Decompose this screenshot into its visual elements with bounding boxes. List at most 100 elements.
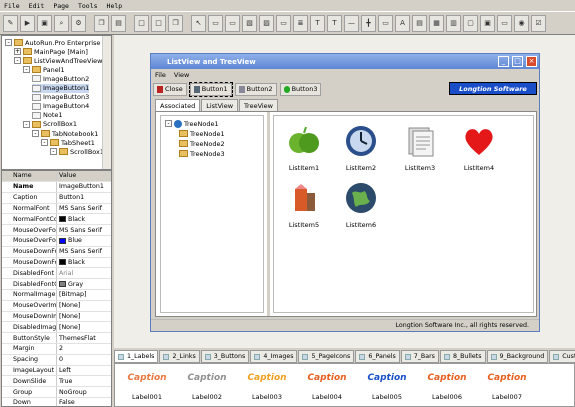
open-icon[interactable]: ▶ [20, 14, 35, 32]
library-tab[interactable]: 7_Bars [400, 350, 439, 363]
tree-scrollbar[interactable] [102, 36, 111, 169]
property-row[interactable]: NormalFont MS Sans Serif [2, 203, 111, 215]
line-icon[interactable]: — [344, 14, 359, 32]
library-tab[interactable]: 1_Labels [114, 350, 159, 363]
property-value[interactable]: [None] [57, 312, 110, 322]
property-row[interactable]: ImageLayout Left [2, 365, 111, 377]
caption-sample[interactable]: Caption Label004 [302, 370, 352, 401]
find-icon[interactable]: ⌕ [54, 14, 69, 32]
new-page-icon[interactable]: □ [134, 14, 149, 32]
expand-icon[interactable]: + [14, 48, 21, 56]
tree-node[interactable]: ImageButton4 [32, 102, 89, 111]
panel-icon[interactable]: ▭ [208, 14, 223, 32]
notebook-icon[interactable]: ▣ [480, 14, 495, 32]
paste-icon[interactable]: ▤ [111, 14, 126, 32]
library-tab[interactable]: 6_Panels [355, 350, 400, 363]
tree-node[interactable]: - TabSheet1 [41, 138, 95, 147]
library-tab[interactable]: 2_Links [159, 350, 200, 363]
property-value[interactable]: ImageButton1 [57, 182, 110, 192]
menu-file[interactable]: File [4, 2, 20, 10]
tree-node[interactable]: TreeNode2 [179, 139, 225, 148]
treeview[interactable]: - TreeNode1 TreeNode1 TreeNode2 TreeNode3 [160, 115, 264, 313]
collapse-icon[interactable]: - [14, 57, 21, 65]
tab-treeview[interactable]: TreeView [239, 99, 278, 111]
imagebutton-icon[interactable]: ▨ [259, 14, 274, 32]
property-row[interactable]: Spacing 0 [2, 354, 111, 366]
library-tab[interactable]: Custom [549, 350, 575, 363]
list-item[interactable]: ListItem2 [336, 124, 386, 172]
button-icon[interactable]: ▭ [225, 14, 240, 32]
close-button[interactable]: Close [153, 82, 187, 96]
tree-node[interactable]: - Panel1 [23, 65, 65, 74]
property-value[interactable]: [None] [57, 322, 110, 332]
caption-sample[interactable]: Caption Label006 [422, 370, 472, 401]
property-value[interactable]: [Bitmap] [57, 290, 110, 300]
property-row[interactable]: MouseDownFontMS Sans Serif [2, 246, 111, 258]
tabs-icon[interactable]: ▥ [446, 14, 461, 32]
property-row[interactable]: DisabledImage [None] [2, 322, 111, 334]
list-item[interactable]: ListItem3 [395, 124, 445, 172]
save-icon[interactable]: ▣ [37, 14, 52, 32]
property-row[interactable]: MouseDownImage[None] [2, 311, 111, 323]
tree-node[interactable]: TreeNode1 [179, 129, 225, 138]
library-tab[interactable]: 3_Buttons [200, 350, 250, 363]
property-value[interactable]: Gray [57, 279, 110, 289]
edit-icon[interactable]: ▭ [276, 14, 291, 32]
minimize-icon[interactable]: _ [498, 56, 509, 67]
property-row[interactable]: DisabledFontColor Gray [2, 279, 111, 290]
library-tab[interactable]: 8_Bullets [439, 350, 486, 363]
property-row[interactable]: Name ImageButton1 [2, 182, 111, 193]
tree-node[interactable]: - ListViewAndTreeView [14, 56, 102, 65]
tree-node[interactable]: ImageButton3 [32, 93, 89, 102]
library-tab[interactable]: 4_Images [250, 350, 298, 363]
property-value[interactable]: MS Sans Serif [57, 225, 110, 235]
property-value[interactable]: Arial [57, 268, 110, 278]
listview[interactable]: ListItem1 ListItem2 ListItem3 ListItem4 … [273, 115, 534, 313]
caption-sample[interactable]: Caption Label002 [182, 370, 232, 401]
list-item[interactable]: ListItem1 [279, 124, 329, 172]
page-icon[interactable]: □ [151, 14, 166, 32]
property-value[interactable]: False [57, 398, 110, 406]
maximize-icon[interactable]: □ [512, 56, 523, 67]
menu-page[interactable]: Page [53, 2, 69, 10]
tree-node[interactable]: + MainPage [Main] [14, 47, 88, 56]
property-value[interactable]: NoGroup [57, 387, 110, 397]
tab-listview[interactable]: ListView [201, 99, 239, 111]
property-value[interactable]: 0 [57, 355, 110, 365]
library-tab[interactable]: 5_PageIcons [298, 350, 355, 363]
splitter[interactable] [267, 112, 270, 316]
listview-icon[interactable]: ▤ [412, 14, 427, 32]
property-value[interactable]: 2 [57, 344, 110, 354]
property-row[interactable]: MouseDownFontColor Black [2, 257, 111, 269]
tree-node[interactable]: TreeNode3 [179, 149, 225, 158]
property-value[interactable]: Left [57, 366, 110, 376]
menu-edit[interactable]: Edit [29, 2, 45, 10]
build-icon[interactable]: ⚙ [71, 14, 86, 32]
memo-icon[interactable]: ≣ [293, 14, 308, 32]
button2-button[interactable]: Button2 [234, 82, 277, 96]
list-item[interactable]: ListItem4 [454, 124, 504, 172]
property-grid[interactable]: Name Value Name ImageButton1 Caption Button… [1, 170, 112, 407]
note-icon[interactable]: ▭ [378, 14, 393, 32]
collapse-icon[interactable]: - [41, 139, 48, 147]
library-tab[interactable]: 9_Background [486, 350, 549, 363]
property-row[interactable]: Group NoGroup [2, 387, 111, 398]
property-value[interactable]: Button1 [57, 193, 110, 203]
caption-sample[interactable]: Caption Label005 [362, 370, 412, 401]
caption-sample[interactable]: Caption Label001 [122, 370, 172, 401]
caption-sample[interactable]: Caption Label003 [242, 370, 292, 401]
collapse-icon[interactable]: - [165, 120, 172, 127]
property-value[interactable]: MS Sans Serif [57, 204, 110, 214]
combobox-icon[interactable]: ▭ [497, 14, 512, 32]
font-icon[interactable]: A [395, 14, 410, 32]
text-icon[interactable]: T [310, 14, 325, 32]
property-value[interactable]: MS Sans Serif [57, 247, 110, 257]
property-row[interactable]: ButtonStyle ThemesFlat [2, 333, 111, 344]
wizard-icon[interactable]: ✎ [3, 14, 18, 32]
scrollbox-icon[interactable]: ▢ [463, 14, 478, 32]
tree-node[interactable]: - AutoRun.Pro Enterprise II Dem [5, 38, 111, 47]
property-row[interactable]: MouseOverImage[None] [2, 300, 111, 312]
menu-help[interactable]: Help [107, 2, 123, 10]
tree-node[interactable]: Note1 [32, 111, 63, 120]
collapse-icon[interactable]: - [23, 120, 30, 128]
